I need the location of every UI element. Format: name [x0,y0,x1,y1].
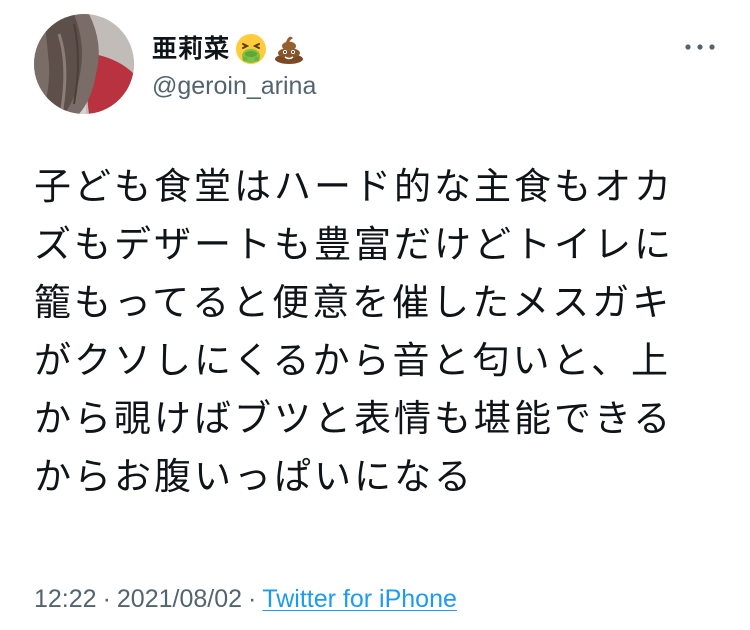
tweet-time[interactable]: 12:22 [34,585,97,613]
user-handle[interactable]: @geroin_arina [152,70,316,102]
more-horizontal-icon [685,44,715,50]
tweet-card: 亜莉菜 @geroin_arina 子ども食堂はハード的な主食もオカ ズもデザー… [0,0,750,630]
separator: · [248,585,257,613]
tweet-text: 子ども食堂はハード的な主食もオカ ズもデザートも豊富だけどトイレに 籠もってると… [34,165,674,498]
display-name-row[interactable]: 亜莉菜 [152,30,306,68]
display-name[interactable]: 亜莉菜 [152,32,230,66]
pile-of-poo-emoji-icon [272,32,306,66]
more-options-button[interactable] [680,30,720,64]
source-link[interactable]: Twitter for iPhone [262,585,457,613]
separator: · [102,585,111,613]
nauseated-face-emoji-icon [234,32,268,66]
tweet-date[interactable]: 2021/08/02 [117,585,242,613]
avatar[interactable] [34,14,134,114]
tweet-metadata: 12:22 · 2021/08/02 · Twitter for iPhone [34,582,457,616]
